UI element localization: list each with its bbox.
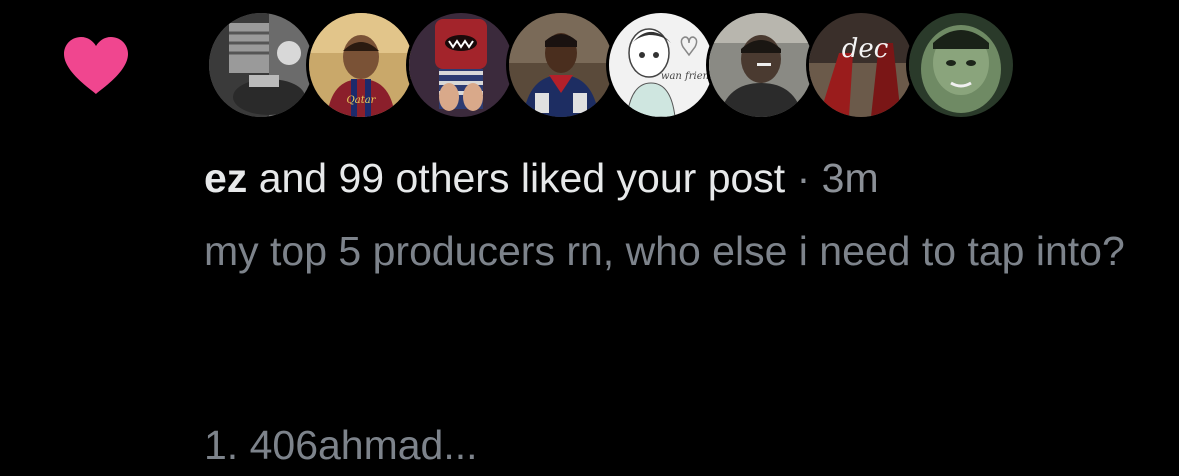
- separator-dot: ·: [785, 155, 822, 201]
- avatar-5-icon[interactable]: wan frien: [606, 10, 716, 120]
- post-preview-text[interactable]: my top 5 producers rn, who else i need t…: [204, 220, 1154, 282]
- heart-icon: [62, 36, 130, 96]
- like-notification[interactable]: Qatar wan frien dec ez and 99 others lik…: [0, 0, 1179, 474]
- avatar-3-icon[interactable]: [406, 10, 516, 120]
- post-preview-list-item[interactable]: 1. 406ahmad...: [204, 414, 478, 476]
- action-text: and 99 others liked your post: [247, 155, 786, 201]
- avatar-2-caption: Qatar: [347, 95, 377, 106]
- avatar-6-icon[interactable]: [706, 10, 816, 120]
- avatar-5-caption: wan frien: [661, 71, 709, 82]
- avatar-7-icon[interactable]: dec: [806, 10, 916, 120]
- timestamp: 3m: [821, 155, 879, 201]
- avatar-1-icon[interactable]: [206, 10, 316, 120]
- actor-name[interactable]: ez: [204, 155, 247, 201]
- notification-headline[interactable]: ez and 99 others liked your post · 3m: [204, 150, 879, 206]
- avatar-7-caption: dec: [842, 34, 889, 64]
- avatar-2-icon[interactable]: Qatar: [306, 10, 416, 120]
- avatar-4-icon[interactable]: [506, 10, 616, 120]
- avatar-8-icon[interactable]: [906, 10, 1016, 120]
- liker-avatars[interactable]: Qatar wan frien dec: [206, 10, 1016, 120]
